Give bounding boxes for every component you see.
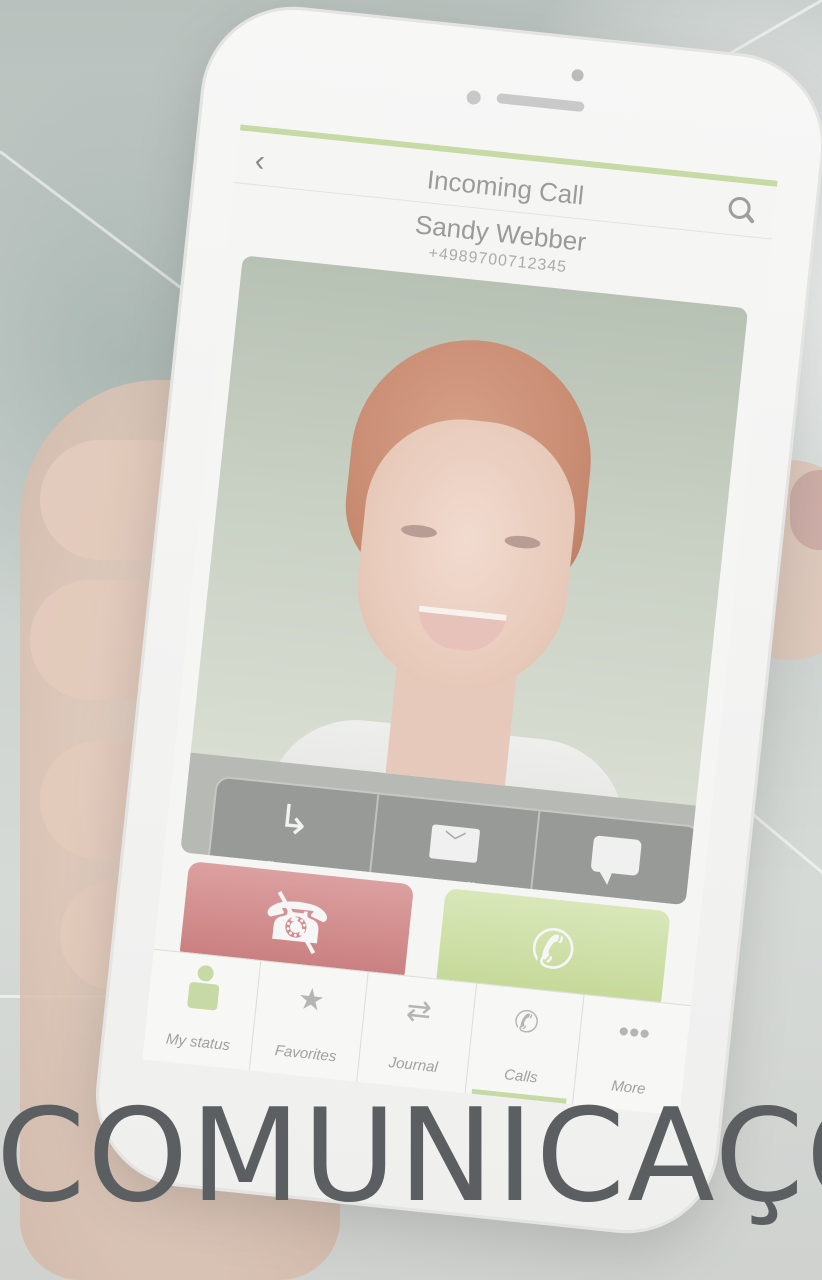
arrows-icon: ⇄ xyxy=(404,993,434,1030)
deflect-icon: ↳ xyxy=(275,797,314,845)
handset-icon: ✆ xyxy=(512,1004,541,1041)
phone-screen: ‹ Incoming Call Sandy Webber +4989700712… xyxy=(142,124,778,1116)
person-icon-body xyxy=(186,981,220,1011)
person-icon xyxy=(186,964,221,1011)
tab-label: Journal xyxy=(387,1054,439,1077)
tab-favorites[interactable]: ★ Favorites xyxy=(249,961,370,1082)
tab-my-status[interactable]: My status xyxy=(142,949,262,1071)
sms-icon xyxy=(590,835,642,877)
star-icon: ★ xyxy=(296,982,327,1018)
tab-journal[interactable]: ⇄ Journal xyxy=(357,972,477,1094)
phone-icon: ✆ xyxy=(527,917,579,983)
tab-label: My status xyxy=(165,1030,231,1055)
email-icon-flap: ﹀ xyxy=(442,828,468,856)
smartphone: ‹ Incoming Call Sandy Webber +4989700712… xyxy=(90,0,822,1240)
person-icon-head xyxy=(196,964,215,983)
search-icon[interactable] xyxy=(727,195,758,227)
tab-label: Favorites xyxy=(274,1042,338,1066)
more-icon: ••• xyxy=(616,1014,652,1052)
search-icon-handle xyxy=(744,212,755,224)
headline: COMUNICAÇÕ xyxy=(0,1082,822,1231)
caller-photo: ↳ Deflect to... ﹀ Email SMS xyxy=(180,255,749,906)
